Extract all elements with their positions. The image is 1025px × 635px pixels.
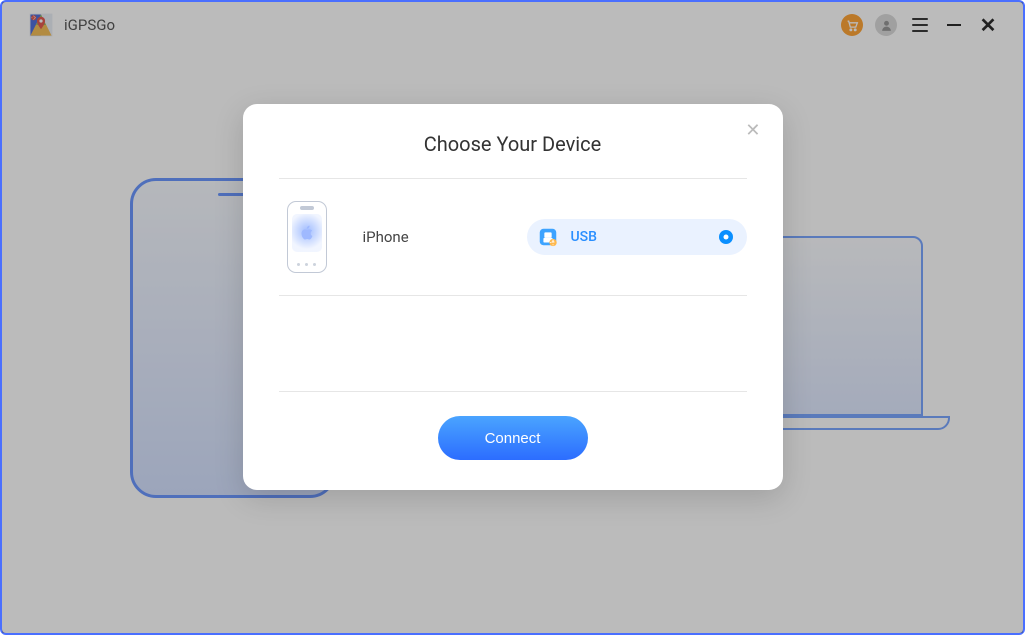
device-name: iPhone xyxy=(363,228,409,246)
connection-label: USB xyxy=(571,229,719,245)
device-thumb-icon xyxy=(287,201,327,273)
radio-selected-icon xyxy=(719,230,733,244)
modal-close-button[interactable]: ✕ xyxy=(745,122,760,140)
device-row[interactable]: iPhone USB xyxy=(279,179,747,296)
choose-device-modal: ✕ Choose Your Device iPhone xyxy=(243,104,783,490)
modal-title: Choose Your Device xyxy=(279,132,747,156)
usb-icon xyxy=(537,226,559,248)
connect-button[interactable]: Connect xyxy=(438,416,588,460)
empty-device-area xyxy=(279,296,747,392)
connection-type-selector[interactable]: USB xyxy=(527,219,747,255)
app-window: iGPSGo xyxy=(0,0,1025,635)
